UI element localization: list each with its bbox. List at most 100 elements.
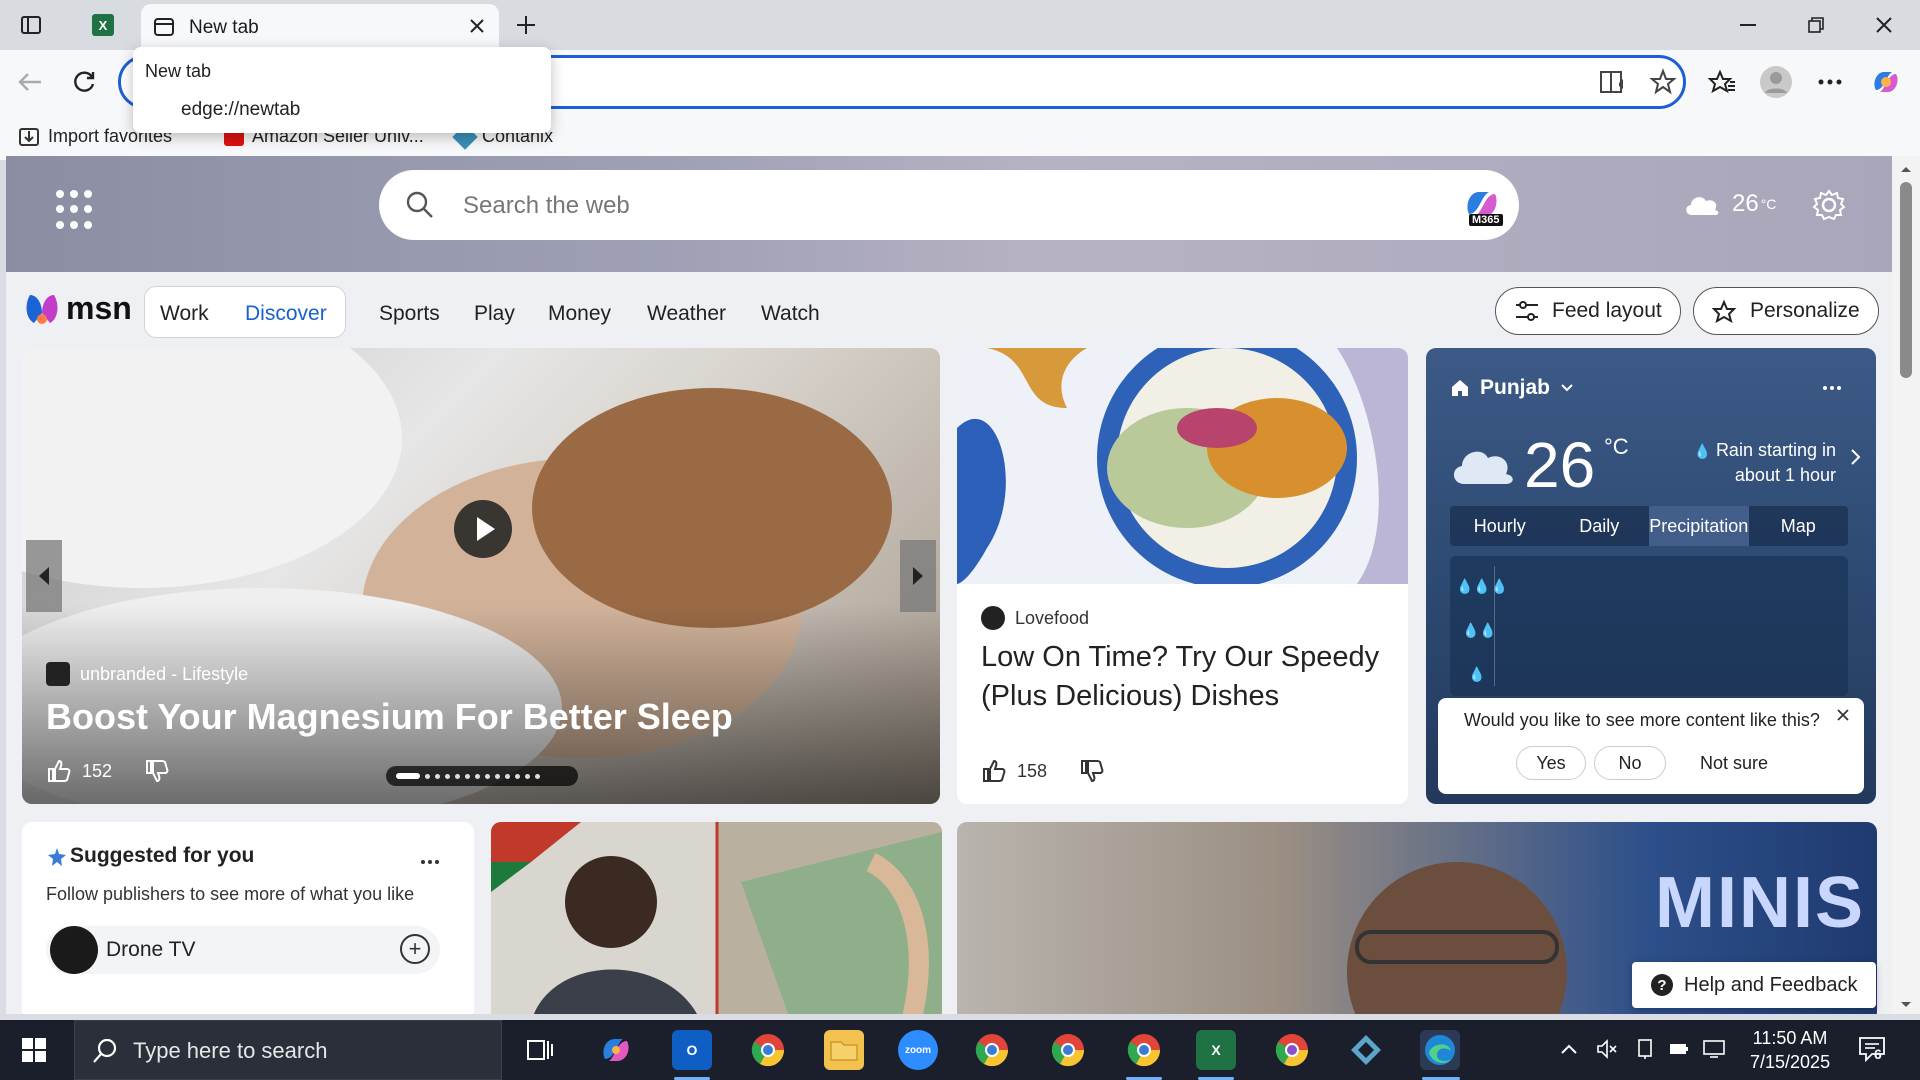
chevron-down-icon <box>1561 384 1573 392</box>
help-feedback-button[interactable]: ? Help and Feedback <box>1632 962 1876 1008</box>
nav-sports[interactable]: Sports <box>379 302 440 326</box>
thumbs-down-icon[interactable] <box>144 758 170 784</box>
excel-tab-icon[interactable]: X <box>88 10 118 40</box>
weather-more-icon[interactable] <box>1822 378 1842 396</box>
windows-start-icon[interactable] <box>22 1038 46 1067</box>
chrome-profile-c-icon[interactable] <box>1124 1030 1164 1070</box>
carousel-next-button[interactable] <box>900 540 936 612</box>
page-scrollbar[interactable] <box>1892 156 1920 1014</box>
more-menu-icon[interactable] <box>1810 62 1850 102</box>
active-tab[interactable]: New tab <box>141 4 499 50</box>
show-hidden-icons[interactable] <box>1560 1042 1578 1060</box>
tab-actions-icon[interactable] <box>16 10 46 40</box>
tab-daily[interactable]: Daily <box>1550 506 1650 546</box>
news-story-card[interactable] <box>491 822 942 1014</box>
page-settings-icon[interactable] <box>1812 188 1846 227</box>
weather-location[interactable]: Punjab <box>1450 376 1574 400</box>
suggested-subtitle: Follow publishers to see more of what yo… <box>46 884 415 904</box>
chrome-icon[interactable] <box>972 1030 1012 1070</box>
thumbs-down-icon[interactable] <box>1079 758 1105 784</box>
copilot-icon[interactable] <box>1866 62 1906 102</box>
refresh-button[interactable] <box>64 62 104 102</box>
food-bowl-image <box>957 348 1408 584</box>
weather-card[interactable]: Punjab 26 °C 💧 Rain starting in about 1 … <box>1426 348 1876 804</box>
zoom-icon[interactable]: zoom <box>898 1030 938 1070</box>
notifications-icon[interactable]: 6 <box>1858 1036 1886 1067</box>
feedback-not-sure-button[interactable]: Not sure <box>1686 746 1782 780</box>
battery-icon[interactable] <box>1668 1040 1690 1063</box>
food-story-card[interactable]: Lovefood Low On Time? Try Our Speedy (Pl… <box>957 348 1408 804</box>
display-icon[interactable] <box>1636 1038 1654 1065</box>
diamond-app-icon[interactable] <box>1346 1030 1386 1070</box>
backdrop-text: MINIS <box>1654 863 1865 943</box>
publisher-logo <box>981 606 1005 630</box>
thumbs-up-icon[interactable] <box>46 758 72 784</box>
story-title[interactable]: Low On Time? Try Our Speedy (Plus Delici… <box>981 638 1381 716</box>
import-favorites-icon <box>19 127 39 146</box>
suggestion-url[interactable]: edge://newtab <box>181 99 300 121</box>
story-title[interactable]: Boost Your Magnesium For Better Sleep <box>46 696 733 738</box>
publisher-row[interactable]: Drone TV + <box>46 926 440 974</box>
nav-play[interactable]: Play <box>474 302 515 326</box>
favorite-star-icon[interactable] <box>1649 68 1677 101</box>
tab-map[interactable]: Map <box>1749 506 1849 546</box>
thumbs-up-icon[interactable] <box>981 758 1007 784</box>
close-icon[interactable] <box>1836 708 1850 727</box>
outlook-icon[interactable]: O <box>672 1030 712 1070</box>
taskbar-search[interactable]: Type here to search <box>74 1020 502 1080</box>
carousel-indicator[interactable] <box>386 766 578 786</box>
tab-hourly[interactable]: Hourly <box>1450 506 1550 546</box>
close-window-button[interactable] <box>1856 8 1912 42</box>
chrome-profile-a-icon[interactable] <box>748 1030 788 1070</box>
new-tab-plus-icon[interactable] <box>511 10 541 40</box>
story-source[interactable]: unbranded - Lifestyle <box>46 662 248 686</box>
back-button[interactable] <box>10 62 50 102</box>
restore-button[interactable] <box>1788 8 1844 42</box>
carousel-prev-button[interactable] <box>26 540 62 612</box>
nav-weather[interactable]: Weather <box>647 302 726 326</box>
app-launcher-icon[interactable] <box>56 190 96 230</box>
copilot-taskbar-icon[interactable] <box>596 1030 636 1070</box>
scroll-up-icon[interactable] <box>1900 160 1912 178</box>
chrome-profile-d-icon[interactable] <box>1272 1030 1312 1070</box>
network-icon[interactable] <box>1702 1038 1726 1065</box>
close-tab-icon[interactable] <box>467 16 487 41</box>
feed-layout-button[interactable]: Feed layout <box>1495 287 1681 335</box>
new-tab-page: Search the web M365 26 °C msn Work Discov… <box>6 156 1892 1014</box>
msn-butterfly-icon <box>26 294 58 324</box>
m365-copilot-icon[interactable]: M365 <box>1461 184 1503 226</box>
play-video-button[interactable] <box>454 500 512 558</box>
web-search-box[interactable]: Search the web M365 <box>379 170 1519 240</box>
personalize-button[interactable]: Personalize <box>1693 287 1879 335</box>
task-view-icon[interactable] <box>520 1030 560 1070</box>
feedback-no-button[interactable]: No <box>1594 746 1666 780</box>
follow-button[interactable]: + <box>400 934 430 964</box>
file-explorer-icon[interactable] <box>824 1030 864 1070</box>
story-source[interactable]: Lovefood <box>981 606 1089 630</box>
tab-discover[interactable]: Discover <box>245 302 327 326</box>
chrome-profile-b-icon[interactable] <box>1048 1030 1088 1070</box>
scroll-down-icon[interactable] <box>1900 996 1912 1014</box>
excel-icon[interactable]: X <box>1196 1030 1236 1070</box>
immersive-reader-icon[interactable] <box>1599 69 1627 100</box>
nav-money[interactable]: Money <box>548 302 611 326</box>
scrollbar-thumb[interactable] <box>1900 182 1912 378</box>
mute-volume-icon[interactable] <box>1596 1038 1618 1065</box>
top-weather[interactable]: 26 °C <box>1682 190 1776 218</box>
minimize-button[interactable] <box>1720 8 1776 42</box>
feedback-yes-button[interactable]: Yes <box>1516 746 1586 780</box>
system-clock[interactable]: 11:50 AM 7/15/2025 <box>1750 1026 1830 1074</box>
hero-story-card[interactable]: unbranded - Lifestyle Boost Your Magnesi… <box>22 348 940 804</box>
suggestion-title[interactable]: New tab <box>145 61 211 82</box>
rain-forecast[interactable]: 💧 Rain starting in about 1 hour <box>1666 438 1836 487</box>
edge-icon[interactable] <box>1420 1030 1460 1070</box>
more-options-icon[interactable] <box>420 852 440 870</box>
tab-precipitation[interactable]: Precipitation <box>1649 506 1749 546</box>
msn-logo[interactable]: msn <box>24 290 132 327</box>
chevron-right-icon[interactable] <box>1850 448 1862 471</box>
favorites-icon[interactable] <box>1702 62 1742 102</box>
msn-nav: msn Work Discover Sports Play Money Weat… <box>6 272 1892 348</box>
nav-watch[interactable]: Watch <box>761 302 820 326</box>
profile-avatar[interactable] <box>1756 62 1796 102</box>
tab-work[interactable]: Work <box>160 302 209 326</box>
